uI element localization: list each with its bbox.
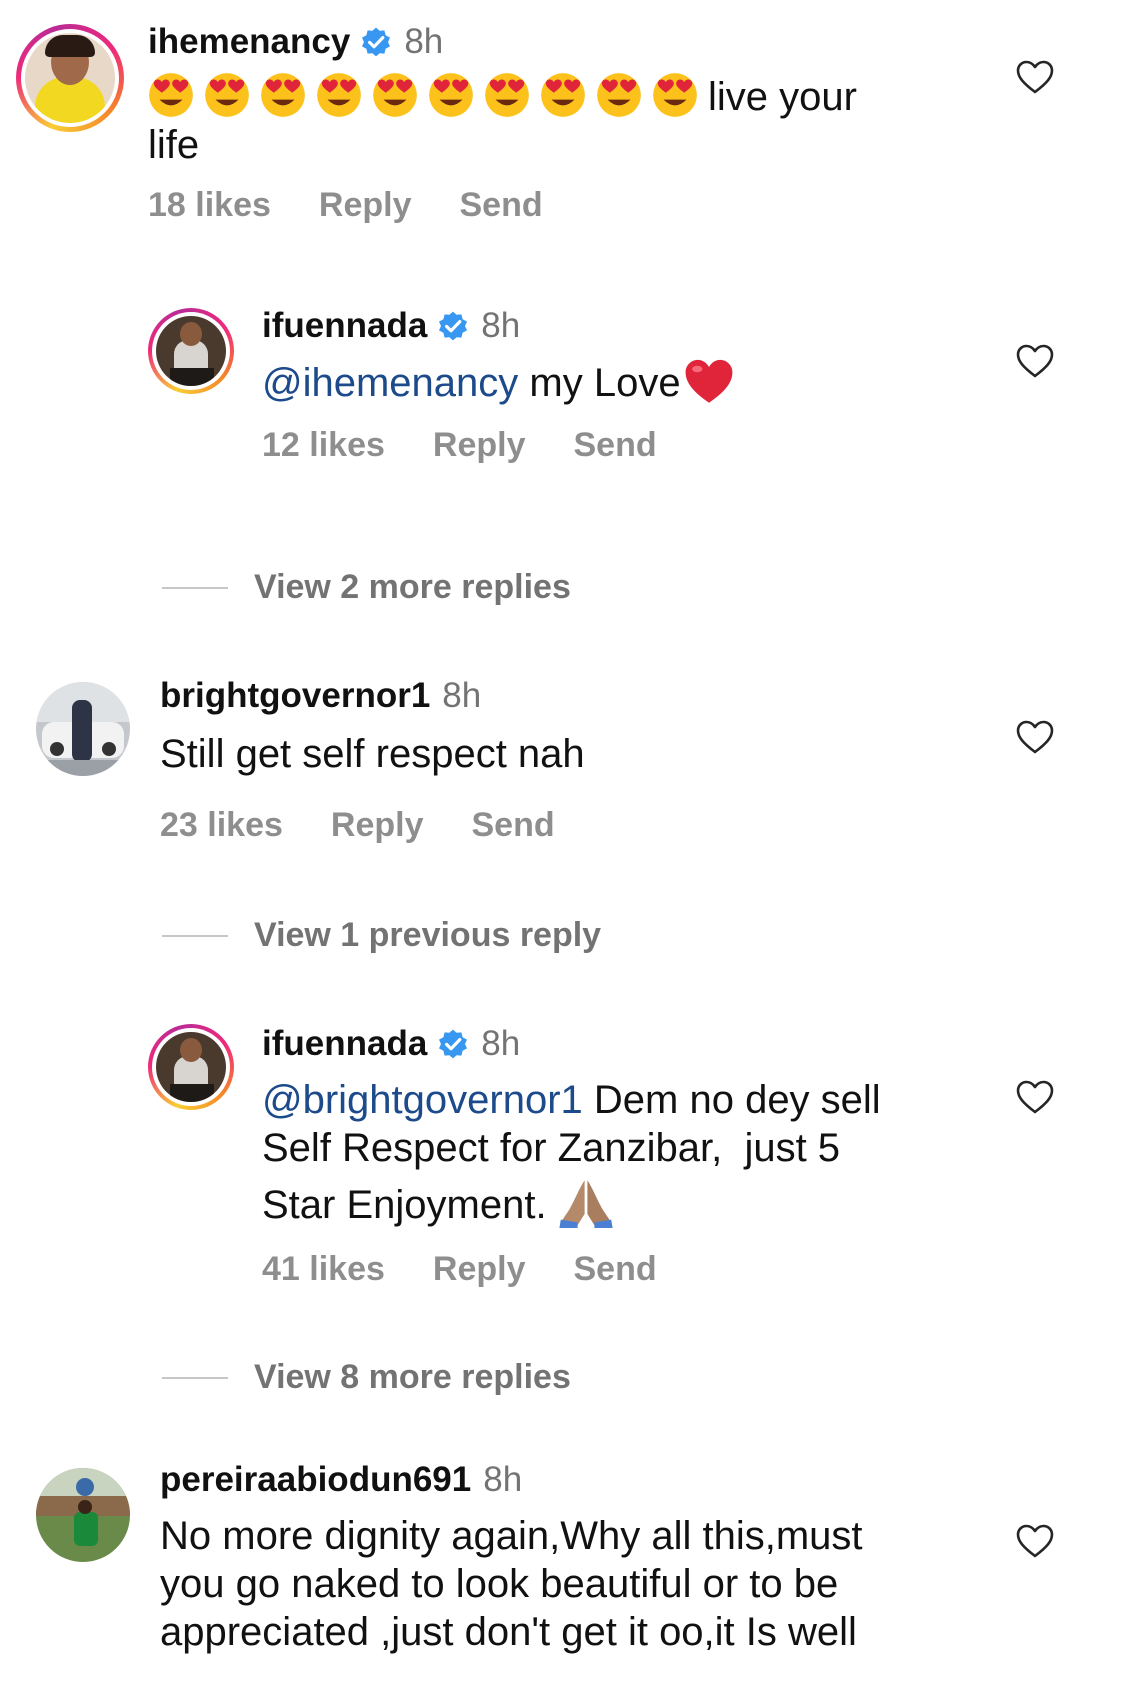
avatar[interactable] [148, 308, 234, 394]
likes-count[interactable]: 18 likes [148, 186, 271, 224]
mention-link[interactable]: @brightgovernor1 [262, 1078, 583, 1122]
likes-count[interactable]: 23 likes [160, 806, 283, 844]
comment-brightgovernor1: brightgovernor1 8h Still get self respec… [0, 660, 1125, 860]
username[interactable]: ifuennada [262, 306, 427, 346]
reply-button[interactable]: Reply [319, 186, 412, 224]
likes-count[interactable]: 41 likes [262, 1250, 385, 1288]
comment-text: @brightgovernor1 Dem no dey sell Self Re… [262, 1076, 1002, 1229]
reply-ifuennada-2: ifuennada 8h @brightgovernor1 Dem no dey… [0, 1000, 1125, 1300]
comment-line-1: Dem no dey sell [582, 1078, 881, 1122]
username[interactable]: pereiraabiodun691 [160, 1460, 471, 1500]
verified-badge-icon [439, 311, 468, 341]
timestamp: 8h [481, 306, 521, 345]
comment-line-1: No more dignity again,Why all this,must [160, 1514, 863, 1558]
username[interactable]: ihemenancy [148, 22, 350, 62]
comment-line-3: Star Enjoyment. [262, 1183, 558, 1227]
comment-text: @ihemenancy my Love [262, 356, 962, 408]
comment-text: Still get self respect nah [160, 732, 585, 776]
reply-button[interactable]: Reply [433, 426, 526, 464]
view-more-replies[interactable]: View 2 more replies [162, 568, 571, 607]
send-button[interactable]: Send [573, 1250, 656, 1288]
comment-line-3: appreciated ,just don't get it oo,it Is … [160, 1610, 857, 1654]
like-heart-icon[interactable] [1015, 342, 1055, 382]
heart-eyes-emoji-icon [317, 73, 361, 117]
heart-eyes-emoji-icon [653, 73, 697, 117]
reply-button[interactable]: Reply [433, 1250, 526, 1288]
username[interactable]: ifuennada [262, 1024, 427, 1064]
timestamp: 8h [404, 22, 444, 61]
view-more-label: View 2 more replies [254, 568, 571, 606]
like-heart-icon[interactable] [1015, 718, 1055, 758]
divider [162, 934, 228, 937]
comment-pereiraabiodun691: pereiraabiodun691 8h No more dignity aga… [0, 1450, 1125, 1694]
view-more-label: View 8 more replies [254, 1358, 571, 1396]
username[interactable]: brightgovernor1 [160, 676, 430, 716]
comment-body: my Love [518, 361, 681, 405]
view-more-replies[interactable]: View 8 more replies [162, 1358, 571, 1397]
heart-eyes-emoji-icon [429, 73, 473, 117]
comment-line-2: you go naked to look beautiful or to be [160, 1562, 839, 1606]
folded-hands-emoji-icon [559, 1180, 613, 1228]
heart-eyes-emoji-icon [149, 73, 193, 117]
view-previous-reply[interactable]: View 1 previous reply [162, 916, 601, 955]
heart-eyes-emoji-icon [597, 73, 641, 117]
red-heart-emoji-icon [685, 359, 732, 403]
divider [162, 1376, 228, 1379]
timestamp: 8h [442, 676, 482, 715]
heart-eyes-emoji-icon [485, 73, 529, 117]
heart-eyes-emoji-icon [373, 73, 417, 117]
verified-badge-icon [362, 27, 391, 57]
heart-eyes-emoji-row [148, 73, 708, 119]
comment-ihemenancy: ihemenancy 8h live your life 18 likes Rep… [0, 0, 1125, 250]
likes-count[interactable]: 12 likes [262, 426, 385, 464]
send-button[interactable]: Send [471, 806, 554, 844]
comment-text: No more dignity again,Why all this,must … [160, 1512, 980, 1656]
like-heart-icon[interactable] [1015, 1078, 1055, 1118]
avatar[interactable] [16, 24, 124, 132]
mention-link[interactable]: @ihemenancy [262, 361, 518, 405]
timestamp: 8h [483, 1460, 523, 1499]
send-button[interactable]: Send [459, 186, 542, 224]
like-heart-icon[interactable] [1015, 58, 1055, 98]
avatar[interactable] [36, 682, 130, 776]
heart-eyes-emoji-icon [261, 73, 305, 117]
view-more-label: View 1 previous reply [254, 916, 602, 954]
comment-text: live your life [148, 72, 908, 169]
heart-eyes-emoji-icon [205, 73, 249, 117]
heart-eyes-emoji-icon [541, 73, 585, 117]
reply-button[interactable]: Reply [331, 806, 424, 844]
verified-badge-icon [439, 1029, 468, 1059]
send-button[interactable]: Send [573, 426, 656, 464]
timestamp: 8h [481, 1024, 521, 1063]
comment-line-2: Self Respect for Zanzibar, just 5 [262, 1126, 841, 1170]
divider [162, 586, 228, 589]
avatar[interactable] [36, 1468, 130, 1562]
like-heart-icon[interactable] [1015, 1522, 1055, 1562]
reply-ifuennada-1: ifuennada 8h @ihemenancy my Love 12 like… [0, 300, 1125, 490]
avatar[interactable] [148, 1024, 234, 1110]
